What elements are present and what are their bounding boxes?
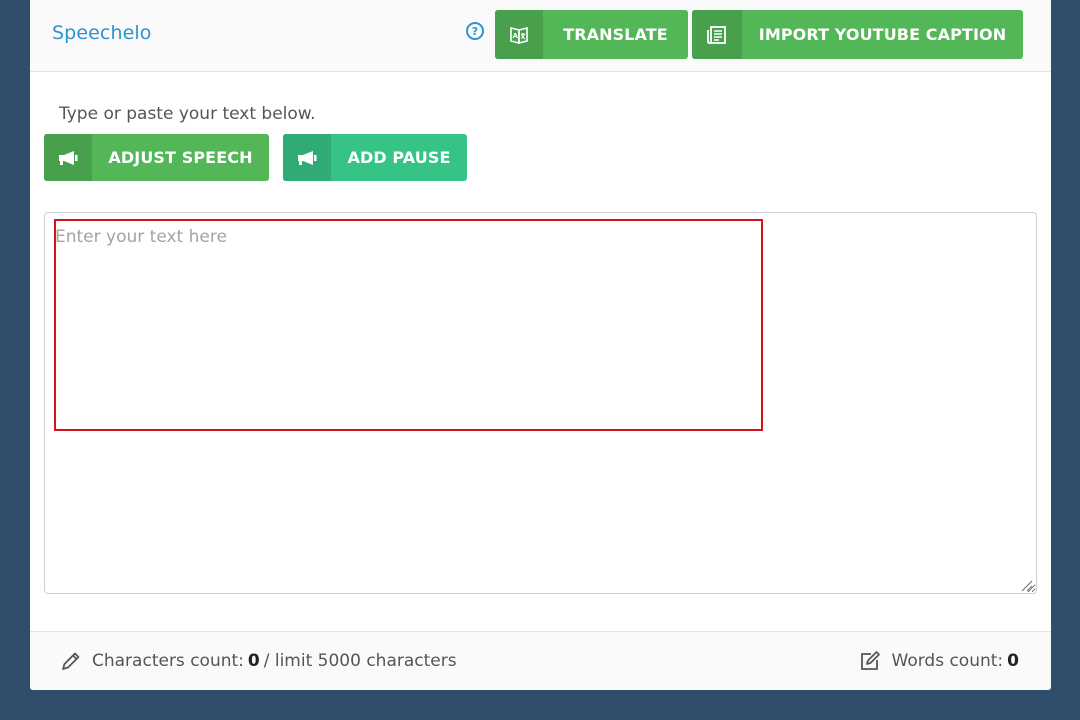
characters-count-value: 0 — [247, 651, 260, 671]
import-youtube-caption-label: IMPORT YOUTUBE CAPTION — [758, 25, 1007, 44]
words-count: Words count: 0 — [858, 650, 1024, 672]
words-count-value: 0 — [1007, 651, 1019, 671]
megaphone-icon — [283, 134, 331, 181]
pencil-icon — [62, 652, 80, 670]
adjust-speech-button[interactable]: ADJUST SPEECH — [44, 134, 269, 181]
characters-count-prefix: Characters count: — [92, 651, 244, 671]
question-circle-icon[interactable]: ? — [466, 22, 484, 40]
import-youtube-caption-button[interactable]: IMPORT YOUTUBE CAPTION — [692, 10, 1023, 59]
header-bar: Speechelo ? A TRANSLATE IMPORT YOUTUBE C… — [30, 0, 1051, 72]
translate-book-icon: A — [495, 10, 543, 59]
brand-title: Speechelo — [52, 22, 152, 44]
svg-text:A: A — [513, 32, 519, 40]
characters-count-suffix: / limit 5000 characters — [263, 651, 457, 671]
characters-count: Characters count: 0 / limit 5000 charact… — [60, 650, 457, 672]
translate-label: TRANSLATE — [563, 25, 668, 44]
resize-handle-icon[interactable] — [1019, 578, 1033, 592]
edit-box-icon — [860, 651, 880, 670]
editor-panel: Speechelo ? A TRANSLATE IMPORT YOUTUBE C… — [30, 0, 1051, 690]
translate-button[interactable]: A TRANSLATE — [495, 10, 688, 59]
adjust-speech-label: ADJUST SPEECH — [108, 148, 253, 167]
text-input[interactable] — [44, 212, 1037, 594]
editor-hint: Type or paste your text below. — [59, 104, 316, 124]
footer-bar: Characters count: 0 / limit 5000 charact… — [30, 631, 1051, 690]
document-icon — [692, 10, 742, 59]
add-pause-label: ADD PAUSE — [347, 148, 451, 167]
megaphone-icon — [44, 134, 92, 181]
add-pause-button[interactable]: ADD PAUSE — [283, 134, 467, 181]
words-count-prefix: Words count: — [891, 651, 1004, 671]
